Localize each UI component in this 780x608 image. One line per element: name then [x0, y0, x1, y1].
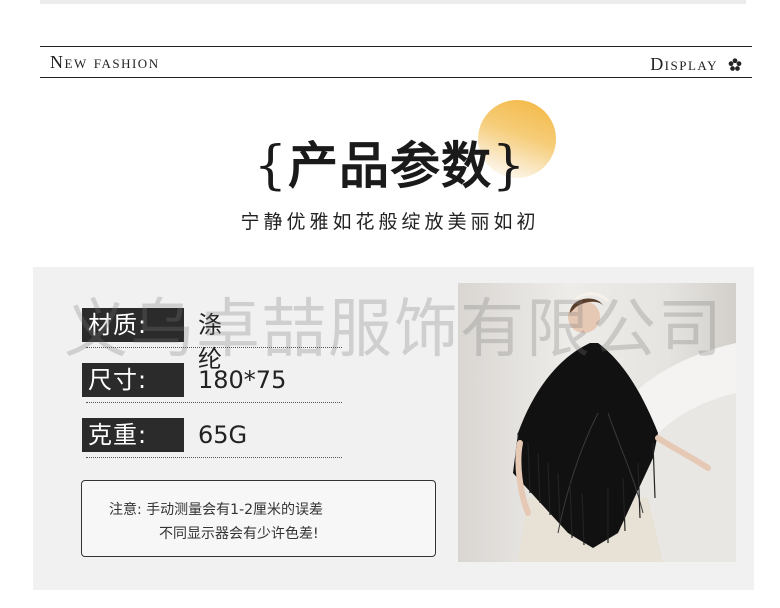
page-subtitle: 宁静优雅如花般绽放美丽如初 [240, 211, 540, 233]
top-divider [40, 0, 746, 4]
header-right: Display [650, 54, 742, 75]
title-close-brace: } [492, 136, 527, 196]
spec-value: 65G [198, 421, 248, 449]
flower-icon [728, 57, 742, 71]
header-right-text: Display [650, 54, 718, 74]
spec-label: 克重: [82, 418, 184, 452]
page-title: {产品参数} [0, 126, 780, 198]
title-open-brace: { [253, 136, 288, 196]
header-bottom-line [40, 77, 752, 78]
header-left-text: New fashion [50, 52, 160, 72]
dotted-divider [86, 402, 342, 403]
note-line-1: 注意: 手动测量会有1-2厘米的误差 [109, 502, 324, 518]
measurement-note: 注意: 手动测量会有1-2厘米的误差 不同显示器会有少许色差! [81, 480, 436, 557]
title-text: 产品参数 [288, 136, 492, 195]
watermark: 义乌卓喆服饰有限公司 [64, 293, 724, 367]
dotted-divider [86, 457, 342, 458]
note-line-2: 不同显示器会有少许色差! [159, 526, 319, 542]
header-top-line [40, 46, 752, 47]
